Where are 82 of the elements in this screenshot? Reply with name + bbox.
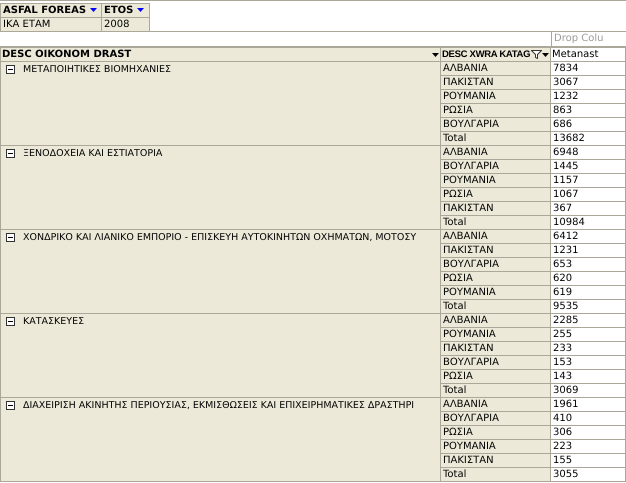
country-cell: ΑΛΒΑΝΙΑ: [440, 230, 550, 244]
row-group-label: ΞΕΝΟΔΟΧΕΙΑ ΚΑΙ ΕΣΤΙΑΤΟΡΙΑ: [23, 148, 162, 160]
dropdown-icon: [432, 52, 439, 56]
country-cell: ΠΑΚΙΣΤΑΝ: [440, 244, 550, 258]
value-cell: 1231: [550, 244, 626, 258]
row-group-label: ΚΑΤΑΣΚΕΥΕΣ: [23, 316, 84, 328]
value-cell: 410: [550, 412, 626, 426]
data-field-header[interactable]: Metanast: [550, 48, 626, 62]
country-cell: ΠΑΚΙΣΤΑΝ: [440, 202, 550, 216]
total-label: Total: [440, 132, 550, 146]
value-cell: 143: [550, 370, 626, 384]
country-cell: ΡΟΥΜΑΝΙΑ: [440, 286, 550, 300]
value-cell: 6412: [550, 230, 626, 244]
value-cell: 863: [550, 104, 626, 118]
country-cell: ΡΩΣΙΑ: [440, 426, 550, 440]
value-cell: 1961: [550, 398, 626, 412]
value-cell: 1232: [550, 90, 626, 104]
collapse-icon[interactable]: [6, 317, 15, 326]
country-cell: ΒΟΥΛΓΑΡΙΑ: [440, 160, 550, 174]
country-cell: ΒΟΥΛΓΑΡΙΑ: [440, 258, 550, 272]
value-cell: 367: [550, 202, 626, 216]
country-cell: ΠΑΚΙΣΤΑΝ: [440, 454, 550, 468]
country-cell: ΡΟΥΜΑΝΙΑ: [440, 174, 550, 188]
row-group-label: ΔΙΑΧΕΙΡΙΣΗ ΑΚΙΝΗΤΗΣ ΠΕΡΙΟΥΣΙΑΣ, ΕΚΜΙΣΘΩΣΕΙΣ ΚΑΙ ΕΠΙΧΕΙΡΗΜΑΤΙΚΕΣ ΔΡΑΣΤΗΡΙ: [23, 400, 414, 412]
collapse-icon[interactable]: [6, 401, 15, 410]
country-cell: ΡΩΣΙΑ: [440, 272, 550, 286]
filter-value: ΙΚΑ ΕΤΑΜ: [0, 18, 102, 32]
collapse-icon[interactable]: [6, 65, 15, 74]
row-group-label: ΧΟΝΔΡΙΚΟ ΚΑΙ ΛΙΑΝΙΚΟ ΕΜΠΟΡΙΟ - ΕΠΙΣΚΕΥΗ ΑΥΤΟΚΙΝΗΤΩΝ ΟΧΗΜΑΤΩΝ, ΜΟΤΟΣΥ: [23, 232, 416, 244]
dropdown-icon: [90, 8, 98, 12]
row-group-label: ΜΕΤΑΠΟΙΗΤΙΚΕΣ ΒΙΟΜΗΧΑΝΙΕΣ: [23, 64, 171, 76]
value-cell: 619: [550, 286, 626, 300]
total-value-cell: 13682: [550, 132, 626, 146]
country-cell: ΠΑΚΙΣΤΑΝ: [440, 76, 550, 90]
country-cell: ΒΟΥΛΓΑΡΙΑ: [440, 356, 550, 370]
total-value-cell: 9535: [550, 300, 626, 314]
country-cell: ΑΛΒΑΝΙΑ: [440, 314, 550, 328]
value-cell: 686: [550, 118, 626, 132]
country-cell: ΑΛΒΑΝΙΑ: [440, 146, 550, 160]
country-cell: ΒΟΥΛΓΑΡΙΑ: [440, 118, 550, 132]
country-cell: ΡΟΥΜΑΝΙΑ: [440, 90, 550, 104]
country-cell: ΡΩΣΙΑ: [440, 370, 550, 384]
value-cell: 155: [550, 454, 626, 468]
value-cell: 620: [550, 272, 626, 286]
value-cell: 7834: [550, 62, 626, 76]
country-cell: ΡΟΥΜΑΝΙΑ: [440, 440, 550, 454]
filter-field-header[interactable]: ETOS: [102, 4, 150, 18]
collapse-icon[interactable]: [6, 149, 15, 158]
value-cell: 1445: [550, 160, 626, 174]
value-cell: 306: [550, 426, 626, 440]
country-cell: ΑΛΒΑΝΙΑ: [440, 62, 550, 76]
total-label: Total: [440, 216, 550, 230]
value-cell: 1067: [550, 188, 626, 202]
value-cell: 153: [550, 356, 626, 370]
value-cell: 233: [550, 342, 626, 356]
value-cell: 223: [550, 440, 626, 454]
dropdown-icon: [542, 52, 549, 56]
total-value-cell: 10984: [550, 216, 626, 230]
dropdown-icon: [137, 8, 144, 12]
filter-value: 2008: [102, 18, 150, 32]
country-cell: ΒΟΥΛΓΑΡΙΑ: [440, 412, 550, 426]
drop-zone: Drop Colu: [551, 32, 626, 46]
row-field-header[interactable]: DESC XWRA KATAG: [440, 48, 550, 62]
collapse-icon[interactable]: [6, 233, 15, 242]
value-cell: 255: [550, 328, 626, 342]
total-label: Total: [440, 468, 550, 482]
row-field-header[interactable]: DESC OIKONOM DRAST: [0, 48, 440, 62]
country-cell: ΡΩΣΙΑ: [440, 104, 550, 118]
country-cell: ΡΩΣΙΑ: [440, 188, 550, 202]
value-cell: 3067: [550, 76, 626, 90]
country-cell: ΠΑΚΙΣΤΑΝ: [440, 342, 550, 356]
value-cell: 2285: [550, 314, 626, 328]
total-value-cell: 3069: [550, 384, 626, 398]
total-label: Total: [440, 300, 550, 314]
value-cell: 1157: [550, 174, 626, 188]
filter-field-header[interactable]: ASFAL FOREAS: [0, 4, 102, 18]
total-value-cell: 3055: [550, 468, 626, 482]
total-label: Total: [440, 384, 550, 398]
country-cell: ΑΛΒΑΝΙΑ: [440, 398, 550, 412]
value-cell: 6948: [550, 146, 626, 160]
country-cell: ΡΟΥΜΑΝΙΑ: [440, 328, 550, 342]
value-cell: 653: [550, 258, 626, 272]
